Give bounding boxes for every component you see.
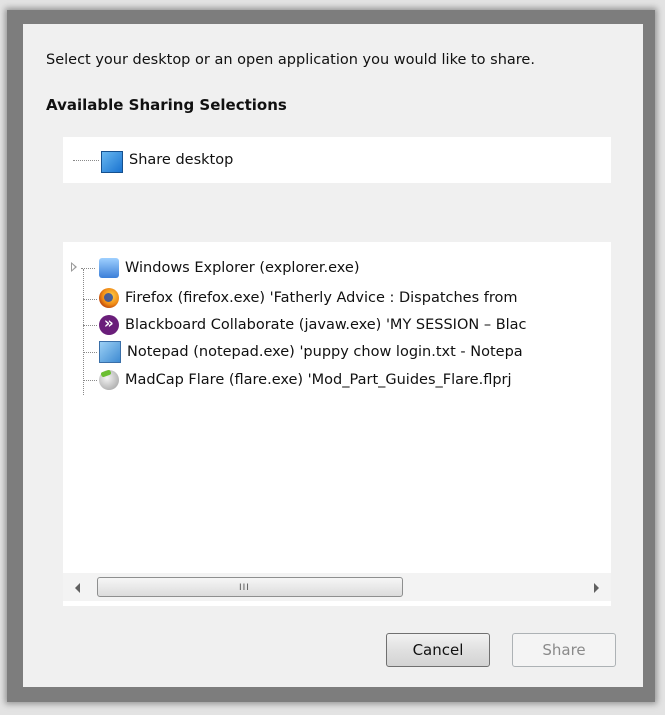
- app-label: Notepad (notepad.exe) 'puppy chow login.…: [127, 344, 523, 360]
- cancel-button[interactable]: Cancel: [386, 633, 490, 667]
- app-label: MadCap Flare (flare.exe) 'Mod_Part_Guide…: [125, 372, 512, 388]
- app-item-notepad[interactable]: Notepad (notepad.exe) 'puppy chow login.…: [99, 340, 523, 364]
- share-desktop-label: Share desktop: [129, 152, 234, 168]
- share-desktop-item[interactable]: Share desktop: [101, 148, 234, 173]
- section-heading: Available Sharing Selections: [46, 96, 287, 114]
- app-label: Firefox (firefox.exe) 'Fatherly Advice :…: [125, 290, 518, 306]
- monitor-icon: [101, 150, 123, 173]
- scrollbar-thumb[interactable]: III: [97, 577, 403, 597]
- notepad-icon: [99, 341, 121, 363]
- tree-connector: [83, 352, 97, 353]
- tree-connector: [81, 268, 95, 269]
- app-item-blackboard-collaborate[interactable]: Blackboard Collaborate (javaw.exe) 'MY S…: [99, 313, 527, 337]
- horizontal-scrollbar[interactable]: III: [63, 573, 611, 601]
- madcap-flare-icon: [99, 370, 119, 390]
- tree-connector: [73, 160, 99, 161]
- expand-arrow-icon[interactable]: [71, 262, 77, 272]
- blackboard-collaborate-icon: [99, 314, 119, 335]
- tree-connector: [83, 325, 97, 326]
- desktop-share-list: Share desktop: [63, 137, 611, 183]
- app-item-firefox[interactable]: Firefox (firefox.exe) 'Fatherly Advice :…: [99, 286, 518, 310]
- instruction-text: Select your desktop or an open applicati…: [46, 52, 535, 68]
- share-button[interactable]: Share: [512, 633, 616, 667]
- windows-explorer-icon: [99, 258, 119, 278]
- app-item-madcap-flare[interactable]: MadCap Flare (flare.exe) 'Mod_Part_Guide…: [99, 368, 512, 392]
- app-item-windows-explorer[interactable]: Windows Explorer (explorer.exe): [99, 256, 360, 280]
- scroll-grip: III: [239, 583, 250, 593]
- tree-connector: [83, 269, 84, 395]
- firefox-icon: [99, 288, 119, 308]
- scroll-right-arrow-icon[interactable]: [594, 583, 599, 593]
- app-label: Blackboard Collaborate (javaw.exe) 'MY S…: [125, 317, 527, 333]
- application-tree: Windows Explorer (explorer.exe) Firefox …: [63, 242, 611, 606]
- tree-connector: [83, 299, 97, 300]
- app-label: Windows Explorer (explorer.exe): [125, 260, 360, 276]
- scroll-left-arrow-icon[interactable]: [75, 583, 80, 593]
- tree-connector: [83, 380, 97, 381]
